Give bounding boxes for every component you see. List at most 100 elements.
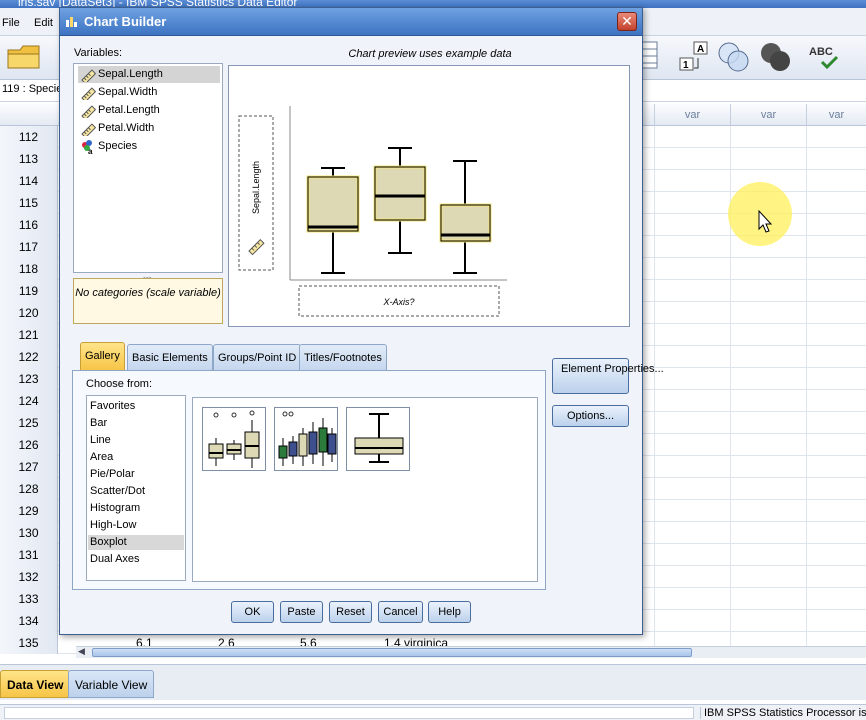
chart-type-item[interactable]: Histogram <box>88 501 184 516</box>
row-number[interactable]: 120 <box>0 302 58 324</box>
grid-line <box>654 500 655 522</box>
column-header-var[interactable]: var <box>806 104 866 126</box>
column-header-var[interactable]: var <box>654 104 730 126</box>
variables-list[interactable]: Sepal.Length Sepal.Width Petal.Length Petal… <box>73 63 223 273</box>
show-all-variables-icon[interactable] <box>758 40 794 74</box>
close-button[interactable]: ✕ <box>617 12 637 31</box>
dialog-title-bar[interactable]: Chart Builder ✕ <box>60 8 642 36</box>
menu-edit[interactable]: Edit <box>34 17 53 29</box>
element-properties-button[interactable]: Element Properties... <box>552 358 664 394</box>
chart-type-item[interactable]: Dual Axes <box>88 552 184 567</box>
variable-item[interactable]: a Species <box>78 138 220 155</box>
row-number[interactable]: 118 <box>0 258 58 280</box>
grid-line <box>730 566 731 588</box>
scale-ruler-icon <box>81 105 96 118</box>
row-number[interactable]: 126 <box>0 434 58 456</box>
row-number[interactable]: 135 <box>0 632 58 654</box>
dialog-title: Chart Builder <box>84 14 167 29</box>
row-number[interactable]: 115 <box>0 192 58 214</box>
grid-line <box>730 544 731 566</box>
row-number[interactable]: 112 <box>0 126 58 148</box>
1d-boxplot-thumbnail[interactable] <box>346 407 410 471</box>
row-number[interactable]: 119 <box>0 280 58 302</box>
chart-type-item[interactable]: Pie/Polar <box>88 467 184 482</box>
menu-file[interactable]: File <box>2 17 20 29</box>
row-number[interactable]: 130 <box>0 522 58 544</box>
row-number[interactable]: 133 <box>0 588 58 610</box>
options-button[interactable]: Options... <box>552 405 629 427</box>
row-number[interactable]: 127 <box>0 456 58 478</box>
row-number[interactable]: 113 <box>0 148 58 170</box>
chart-type-item[interactable]: Line <box>88 433 184 448</box>
x-axis-placeholder: X-Axis? <box>382 297 414 307</box>
paste-button[interactable]: Paste <box>280 601 323 623</box>
example-boxplot-3 <box>439 160 492 274</box>
status-message-area <box>4 707 694 719</box>
tab-titles-footnotes[interactable]: Titles/Footnotes <box>299 344 387 370</box>
row-number[interactable]: 128 <box>0 478 58 500</box>
ok-button[interactable]: OK <box>231 601 274 623</box>
tab-gallery[interactable]: Gallery <box>80 342 125 370</box>
help-button[interactable]: Help <box>428 601 471 623</box>
grid-line <box>730 346 731 368</box>
use-sets-icon[interactable] <box>716 40 752 74</box>
tab-variable-view[interactable]: Variable View <box>68 670 155 698</box>
simple-boxplot-thumbnail[interactable] <box>202 407 266 471</box>
preview-caption: Chart preview uses example data <box>348 48 512 60</box>
grid-line <box>654 390 655 412</box>
grid-line <box>730 412 731 434</box>
horizontal-scrollbar[interactable]: ◀ <box>76 646 866 658</box>
variable-item[interactable]: Petal.Length <box>78 102 220 119</box>
row-number[interactable]: 117 <box>0 236 58 258</box>
row-number[interactable]: 116 <box>0 214 58 236</box>
scrollbar-thumb[interactable] <box>92 648 692 657</box>
scroll-left-arrow-icon[interactable]: ◀ <box>78 646 85 657</box>
cancel-button[interactable]: Cancel <box>378 601 423 623</box>
grid-line <box>806 170 807 192</box>
chart-type-item[interactable]: Scatter/Dot <box>88 484 184 499</box>
row-number[interactable]: 132 <box>0 566 58 588</box>
grid-line <box>654 280 655 302</box>
variable-item[interactable]: Sepal.Width <box>78 84 220 101</box>
row-number[interactable]: 124 <box>0 390 58 412</box>
row-number[interactable]: 122 <box>0 346 58 368</box>
variables-label: Variables: <box>74 47 123 59</box>
chart-preview-canvas[interactable]: Sepal.Length X-Axis? <box>228 65 630 327</box>
reset-button[interactable]: Reset <box>329 601 372 623</box>
column-header-var[interactable]: var <box>730 104 806 126</box>
mouse-pointer-icon <box>758 210 773 233</box>
row-number[interactable]: 134 <box>0 610 58 632</box>
tab-data-view[interactable]: Data View <box>0 670 71 698</box>
row-number[interactable]: 131 <box>0 544 58 566</box>
row-number[interactable]: 123 <box>0 368 58 390</box>
spell-check-icon[interactable]: ABC <box>806 42 842 72</box>
chart-type-item[interactable]: High-Low <box>88 518 184 533</box>
tab-basic-elements[interactable]: Basic Elements <box>127 344 213 370</box>
chart-type-list[interactable]: Favorites Bar Line Area Pie/Polar Scatter/Dot… <box>86 395 186 581</box>
open-folder-icon[interactable] <box>6 42 42 72</box>
chart-type-item[interactable]: Favorites <box>88 399 184 414</box>
variable-item[interactable]: Sepal.Length <box>78 66 220 83</box>
value-labels-icon[interactable]: A 1 <box>678 40 710 74</box>
chart-preview-svg: Sepal.Length X-Axis? <box>238 106 507 317</box>
row-number[interactable]: 121 <box>0 324 58 346</box>
grid-line <box>806 302 807 324</box>
grid-line <box>806 522 807 544</box>
grid-line <box>654 522 655 544</box>
clustered-boxplot-thumbnail[interactable] <box>274 407 338 471</box>
chart-type-item[interactable]: Boxplot <box>88 535 184 550</box>
row-number[interactable]: 125 <box>0 412 58 434</box>
tab-groups-point-id[interactable]: Groups/Point ID <box>213 344 302 370</box>
grid-line <box>654 610 655 632</box>
grid-line <box>730 434 731 456</box>
chart-type-item[interactable]: Area <box>88 450 184 465</box>
chart-type-item[interactable]: Bar <box>88 416 184 431</box>
no-categories-text: No categories (scale variable) <box>75 287 221 299</box>
grid-line <box>730 302 731 324</box>
row-number[interactable]: 129 <box>0 500 58 522</box>
variable-item[interactable]: Petal.Width <box>78 120 220 137</box>
grid-line <box>654 588 655 610</box>
grid-line <box>806 346 807 368</box>
row-number[interactable]: 114 <box>0 170 58 192</box>
gallery-thumbnails <box>192 397 538 582</box>
